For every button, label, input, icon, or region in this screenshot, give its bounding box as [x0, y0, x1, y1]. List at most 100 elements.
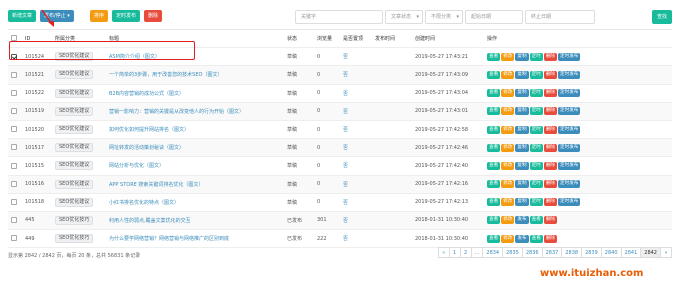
page-link[interactable]: 2838 — [561, 247, 583, 258]
table-row[interactable]: 101517 SEO优化建议 网址转发的活动策划秘诀（图文） 草稿 0 否 2019-05-… — [8, 138, 672, 158]
article-title-link[interactable]: 利用人性的弱点,覆盖文案优化的交互 — [109, 218, 191, 224]
row-top-toggle[interactable]: 否 — [340, 138, 372, 158]
copy-button[interactable]: 复制 — [515, 70, 529, 79]
edit-button[interactable]: 修改 — [501, 125, 515, 134]
col-status[interactable]: 状态 — [284, 28, 314, 49]
view-button[interactable]: 查看 — [529, 216, 543, 225]
time-button[interactable]: 定时 — [529, 143, 543, 152]
edit-button[interactable]: 修改 — [501, 180, 515, 189]
del-button[interactable]: 删除 — [543, 143, 558, 152]
table-row[interactable]: 101521 SEO优化建议 一个简单的3步骤，用于改善您的技术SEO（图文） 草稿 0… — [8, 65, 672, 85]
timed_pub-button[interactable]: 定时发布 — [558, 107, 581, 116]
copy-button[interactable]: 复制 — [515, 180, 529, 189]
delete-button[interactable]: 删除 — [144, 10, 163, 22]
view-button[interactable]: 查看 — [487, 180, 501, 189]
row-top-toggle[interactable]: 否 — [340, 175, 372, 194]
del-button[interactable]: 删除 — [543, 198, 558, 207]
del-button[interactable]: 删除 — [543, 52, 558, 61]
edit-button[interactable]: 修改 — [501, 234, 515, 243]
edit-button[interactable]: 修改 — [501, 52, 515, 61]
new-article-button[interactable]: 新增文章 — [8, 10, 37, 22]
batch-publish-button[interactable]: 发布/停止 ▾ — [40, 10, 74, 22]
article-title-link[interactable]: 小红书排名优化的特点（图文） — [109, 200, 179, 206]
col-publish-time[interactable]: 发布时间 — [372, 28, 412, 49]
page-link[interactable]: 2839 — [581, 247, 602, 258]
row-top-toggle[interactable]: 否 — [340, 65, 372, 85]
view-button[interactable]: 查看 — [487, 107, 501, 116]
page-link[interactable]: 2842 — [640, 247, 661, 258]
article-title-link[interactable]: 为什么要学网络营销？网络营销与网络推广的区别到底 — [109, 236, 229, 242]
timed-publish-button[interactable]: 定时发布 — [112, 10, 141, 22]
publish-button[interactable]: 发布 — [515, 216, 529, 225]
table-row[interactable]: 101515 SEO优化建议 网站分析与优化（图文） 草稿 0 否 2019-05-27 1… — [8, 156, 672, 176]
view-button[interactable]: 查看 — [487, 52, 501, 61]
page-link[interactable]: 2835 — [502, 247, 523, 258]
row-checkbox[interactable] — [11, 235, 17, 242]
del-button[interactable]: 删除 — [543, 89, 558, 98]
keyword-input[interactable]: 关键字 — [295, 10, 383, 24]
copy-button[interactable]: 复制 — [515, 143, 529, 152]
timed_pub-button[interactable]: 定时发布 — [558, 89, 581, 98]
timed_pub-button[interactable]: 定时发布 — [558, 125, 581, 134]
row-top-toggle[interactable]: 否 — [340, 211, 372, 231]
del-button[interactable]: 删除 — [543, 180, 558, 189]
status-select[interactable]: 文章状态 ▾ — [385, 10, 423, 24]
del-button[interactable]: 删除 — [543, 216, 558, 225]
copy-button[interactable]: 复制 — [515, 161, 529, 170]
row-top-toggle[interactable]: 否 — [340, 229, 372, 249]
time-button[interactable]: 定时 — [529, 198, 543, 207]
row-checkbox[interactable] — [11, 144, 17, 151]
category-select[interactable]: 不限分类 ▾ — [425, 10, 463, 24]
copy-button[interactable]: 复制 — [515, 52, 529, 61]
page-link[interactable]: » — [660, 247, 672, 258]
row-checkbox[interactable] — [11, 217, 17, 224]
col-views[interactable]: 浏览量 — [314, 28, 340, 49]
edit-button[interactable]: 修改 — [501, 143, 515, 152]
table-row[interactable]: 101520 SEO优化建议 如何优化如何提升网站排名（图文） 草稿 0 否 2019-05… — [8, 120, 672, 140]
sort-button[interactable]: 排序 — [90, 10, 109, 22]
copy-button[interactable]: 复制 — [515, 107, 529, 116]
edit-button[interactable]: 修改 — [501, 216, 515, 225]
copy-button[interactable]: 复制 — [515, 89, 529, 98]
row-checkbox[interactable] — [11, 126, 17, 133]
table-row[interactable]: 101518 SEO优化建议 小红书排名优化的特点（图文） 草稿 0 否 2019-05-2… — [8, 193, 672, 212]
article-title-link[interactable]: 一个简单的3步骤，用于改善您的技术SEO（图文） — [109, 72, 222, 78]
edit-button[interactable]: 修改 — [501, 89, 515, 98]
view-button[interactable]: 查看 — [487, 161, 501, 170]
time-button[interactable]: 定时 — [529, 107, 543, 116]
edit-button[interactable]: 修改 — [501, 70, 515, 79]
view-button[interactable]: 查看 — [487, 143, 501, 152]
time-button[interactable]: 定时 — [529, 70, 543, 79]
row-top-toggle[interactable]: 否 — [340, 156, 372, 176]
row-checkbox[interactable] — [11, 89, 17, 96]
article-title-link[interactable]: B2B内容营销的成功公式（图文） — [109, 91, 184, 97]
start-date-input[interactable]: 起始日期 — [465, 10, 523, 24]
view-button[interactable]: 查看 — [529, 234, 543, 243]
table-row[interactable]: 101516 SEO优化建议 APP STORE 搜索关键词排名优化（图文） 草稿 0 否… — [8, 175, 672, 194]
edit-button[interactable]: 修改 — [501, 107, 515, 116]
del-button[interactable]: 删除 — [543, 234, 558, 243]
row-top-toggle[interactable]: 否 — [340, 102, 372, 121]
time-button[interactable]: 定时 — [529, 161, 543, 170]
row-top-toggle[interactable]: 否 — [340, 120, 372, 140]
copy-button[interactable]: 复制 — [515, 198, 529, 207]
copy-button[interactable]: 复制 — [515, 125, 529, 134]
timed_pub-button[interactable]: 定时发布 — [558, 70, 581, 79]
timed_pub-button[interactable]: 定时发布 — [558, 52, 581, 61]
page-link[interactable]: 2836 — [521, 247, 543, 258]
view-button[interactable]: 查看 — [487, 198, 501, 207]
timed_pub-button[interactable]: 定时发布 — [558, 143, 581, 152]
time-button[interactable]: 定时 — [529, 52, 543, 61]
time-button[interactable]: 定时 — [529, 180, 543, 189]
col-top[interactable]: 是否置顶 — [340, 28, 372, 49]
time-button[interactable]: 定时 — [529, 125, 543, 134]
article-title-link[interactable]: APP STORE 搜索关键词排名优化（图文） — [109, 182, 203, 188]
edit-button[interactable]: 修改 — [501, 161, 515, 170]
page-link[interactable]: 2840 — [600, 247, 622, 258]
end-date-input[interactable]: 终止日期 — [525, 10, 595, 24]
publish-button[interactable]: 发布 — [515, 234, 529, 243]
row-top-toggle[interactable]: 否 — [340, 84, 372, 103]
row-top-toggle[interactable]: 否 — [340, 47, 372, 67]
edit-button[interactable]: 修改 — [501, 198, 515, 207]
table-row[interactable]: 101522 SEO优化建议 B2B内容营销的成功公式（图文） 草稿 0 否 2019-05… — [8, 84, 672, 103]
